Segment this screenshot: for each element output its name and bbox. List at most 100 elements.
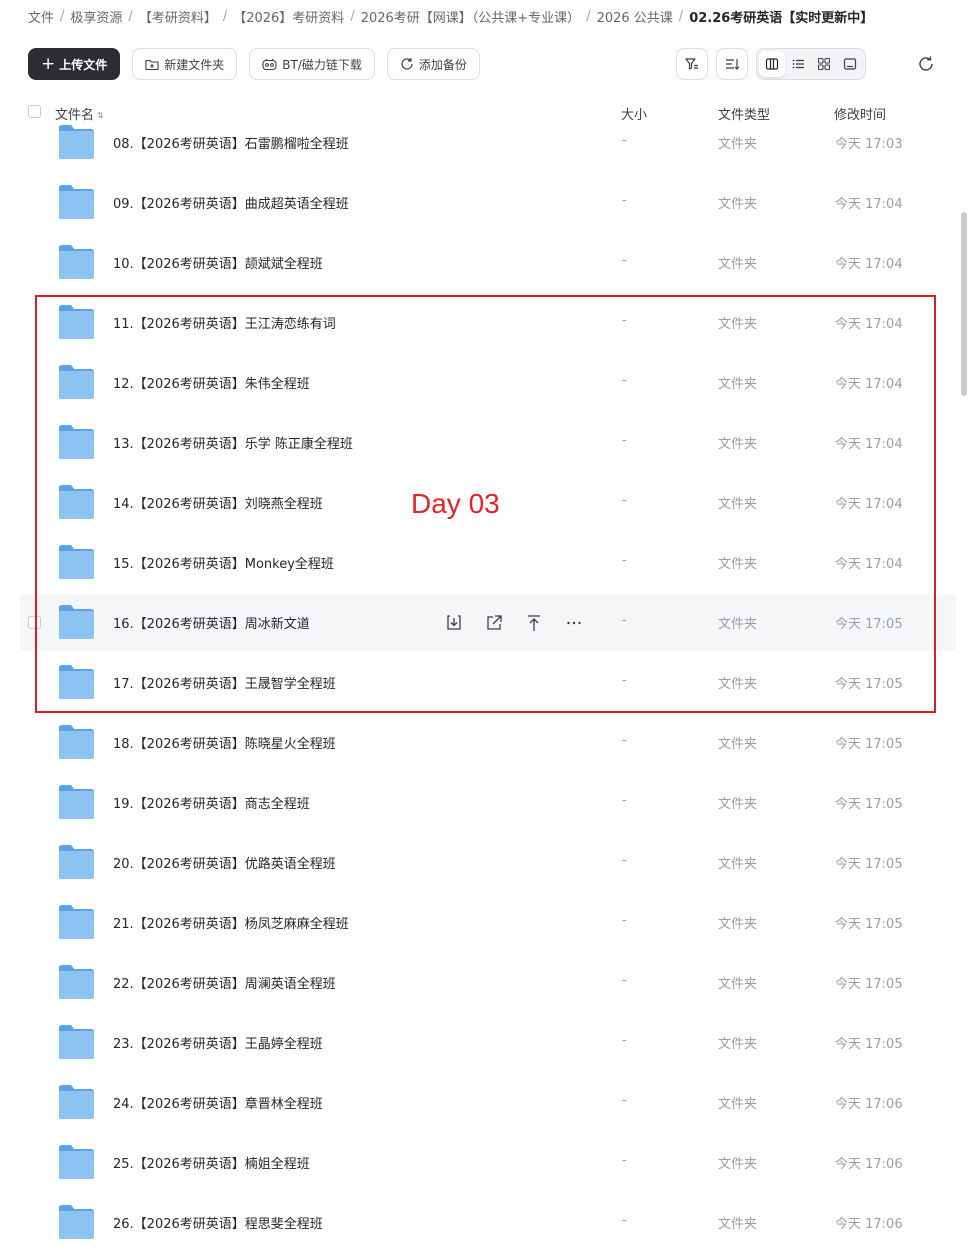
folder-icon xyxy=(58,184,95,220)
folder-icon xyxy=(58,1144,95,1180)
folder-icon xyxy=(58,1204,95,1240)
plus-icon: + xyxy=(41,54,56,74)
file-name[interactable]: 08.【2026考研英语】石雷鹏榴啦全程班 xyxy=(113,133,349,152)
file-type: 文件夹 xyxy=(718,737,758,752)
file-row[interactable]: 17.【2026考研英语】王晟智学全程班 - 文件夹 今天 17:05 xyxy=(20,655,956,710)
file-row[interactable]: 11.【2026考研英语】王江涛恋练有词 - 文件夹 今天 17:04 xyxy=(20,295,956,350)
breadcrumb-item[interactable]: 【2026】考研资料 xyxy=(233,7,344,26)
file-name[interactable]: 23.【2026考研英语】王晶婷全程班 xyxy=(113,1033,323,1052)
file-name[interactable]: 15.【2026考研英语】Monkey全程班 xyxy=(113,553,334,572)
grid-view-button[interactable] xyxy=(811,51,837,77)
file-name[interactable]: 10.【2026考研英语】颉斌斌全程班 xyxy=(113,253,323,272)
file-modified-time: 今天 17:05 xyxy=(835,857,903,872)
file-type: 文件夹 xyxy=(718,917,758,932)
file-modified-time: 今天 17:05 xyxy=(835,977,903,992)
file-name[interactable]: 25.【2026考研英语】楠姐全程班 xyxy=(113,1153,310,1172)
download-button[interactable] xyxy=(442,612,466,634)
breadcrumb-item[interactable]: 2026 公共课 xyxy=(597,7,673,26)
file-row[interactable]: 13.【2026考研英语】乐学 陈正康全程班 - 文件夹 今天 17:04 xyxy=(20,415,956,470)
share-button[interactable] xyxy=(482,612,506,634)
folder-icon xyxy=(58,904,95,940)
file-name[interactable]: 24.【2026考研英语】章晋林全程班 xyxy=(113,1093,323,1112)
column-view-button[interactable] xyxy=(759,51,785,77)
bt-download-button[interactable]: BT/磁力链下载 xyxy=(249,48,375,80)
breadcrumb-item[interactable]: 文件 xyxy=(28,7,54,26)
file-type: 文件夹 xyxy=(718,1097,758,1112)
file-row[interactable]: 26.【2026考研英语】程思斐全程班 - 文件夹 今天 17:06 xyxy=(20,1195,956,1250)
file-type: 文件夹 xyxy=(718,1037,758,1052)
more-icon xyxy=(565,614,583,632)
file-row[interactable]: 22.【2026考研英语】周澜英语全程班 - 文件夹 今天 17:05 xyxy=(20,955,956,1010)
filter-button[interactable] xyxy=(676,48,708,80)
file-name[interactable]: 12.【2026考研英语】朱伟全程班 xyxy=(113,373,310,392)
file-name[interactable]: 19.【2026考研英语】商志全程班 xyxy=(113,793,310,812)
move-top-button[interactable] xyxy=(522,612,546,634)
file-name[interactable]: 16.【2026考研英语】周冰新文道 xyxy=(113,613,310,632)
file-modified-time: 今天 17:06 xyxy=(835,1157,903,1172)
file-row[interactable]: 18.【2026考研英语】陈晓星火全程班 - 文件夹 今天 17:05 xyxy=(20,715,956,770)
more-button[interactable] xyxy=(562,612,586,634)
new-folder-button[interactable]: 新建文件夹 xyxy=(132,48,238,80)
breadcrumb-item[interactable]: 2026考研【网课】（公共课+专业课） xyxy=(361,7,580,26)
folder-icon xyxy=(58,484,95,520)
file-row[interactable]: 12.【2026考研英语】朱伟全程班 - 文件夹 今天 17:04 xyxy=(20,355,956,410)
file-row[interactable]: 21.【2026考研英语】杨凤芝麻麻全程班 - 文件夹 今天 17:05 xyxy=(20,895,956,950)
file-type: 文件夹 xyxy=(718,797,758,812)
file-row[interactable]: 09.【2026考研英语】曲成超英语全程班 - 文件夹 今天 17:04 xyxy=(20,175,956,230)
bt-download-label: BT/磁力链下载 xyxy=(282,57,362,72)
file-row[interactable]: 08.【2026考研英语】石雷鹏榴啦全程班 - 文件夹 今天 17:03 xyxy=(20,115,956,170)
file-name[interactable]: 11.【2026考研英语】王江涛恋练有词 xyxy=(113,313,336,332)
file-size: - xyxy=(622,133,627,148)
file-name[interactable]: 17.【2026考研英语】王晟智学全程班 xyxy=(113,673,336,692)
file-size: - xyxy=(622,493,627,508)
breadcrumb: 文件 / 极享资源 / 【考研资料】 / 【2026】考研资料 / 2026考研【网课】（公共课… xyxy=(28,6,873,26)
file-name[interactable]: 22.【2026考研英语】周澜英语全程班 xyxy=(113,973,336,992)
folder-icon xyxy=(58,124,95,160)
file-row[interactable]: 19.【2026考研英语】商志全程班 - 文件夹 今天 17:05 xyxy=(20,775,956,830)
breadcrumb-separator: / xyxy=(60,8,65,24)
file-row[interactable]: 23.【2026考研英语】王晶婷全程班 - 文件夹 今天 17:05 xyxy=(20,1015,956,1070)
breadcrumb-separator: / xyxy=(128,8,133,24)
add-backup-button[interactable]: 添加备份 xyxy=(386,48,480,80)
folder-icon xyxy=(58,1084,95,1120)
download-icon xyxy=(445,614,463,632)
file-type: 文件夹 xyxy=(718,1217,758,1232)
folder-icon xyxy=(58,664,95,700)
file-row[interactable]: 24.【2026考研英语】章晋林全程班 - 文件夹 今天 17:06 xyxy=(20,1075,956,1130)
folder-icon xyxy=(58,964,95,1000)
file-name[interactable]: 09.【2026考研英语】曲成超英语全程班 xyxy=(113,193,349,212)
file-name[interactable]: 13.【2026考研英语】乐学 陈正康全程班 xyxy=(113,433,353,452)
file-type: 文件夹 xyxy=(718,257,758,272)
move-top-icon xyxy=(525,614,543,632)
file-modified-time: 今天 17:04 xyxy=(835,557,903,572)
file-name[interactable]: 20.【2026考研英语】优路英语全程班 xyxy=(113,853,336,872)
refresh-button[interactable] xyxy=(915,53,937,75)
file-row[interactable]: 25.【2026考研英语】楠姐全程班 - 文件夹 今天 17:06 xyxy=(20,1135,956,1190)
file-modified-time: 今天 17:05 xyxy=(835,617,903,632)
folder-icon xyxy=(58,604,95,640)
upload-button[interactable]: + 上传文件 xyxy=(28,48,121,80)
file-name[interactable]: 18.【2026考研英语】陈晓星火全程班 xyxy=(113,733,336,752)
preview-view-button[interactable] xyxy=(837,51,863,77)
file-name[interactable]: 14.【2026考研英语】刘晓燕全程班 xyxy=(113,493,323,512)
breadcrumb-separator: / xyxy=(678,8,684,24)
file-name[interactable]: 26.【2026考研英语】程思斐全程班 xyxy=(113,1213,323,1232)
file-name[interactable]: 21.【2026考研英语】杨凤芝麻麻全程班 xyxy=(113,913,349,932)
file-row[interactable]: 15.【2026考研英语】Monkey全程班 - 文件夹 今天 17:04 xyxy=(20,535,956,590)
list-view-button[interactable] xyxy=(785,51,811,77)
file-size: - xyxy=(622,1093,627,1108)
folder-icon xyxy=(58,424,95,460)
file-type: 文件夹 xyxy=(718,377,758,392)
file-size: - xyxy=(622,793,627,808)
sort-button[interactable] xyxy=(716,48,748,80)
breadcrumb-item[interactable]: 极享资源 xyxy=(70,7,122,26)
file-row[interactable]: 16.【2026考研英语】周冰新文道 - 文件夹 今天 17:05 xyxy=(20,595,956,650)
vertical-scrollbar[interactable] xyxy=(961,212,967,396)
file-type: 文件夹 xyxy=(718,857,758,872)
file-row[interactable]: 20.【2026考研英语】优路英语全程班 - 文件夹 今天 17:05 xyxy=(20,835,956,890)
row-checkbox[interactable] xyxy=(28,616,41,629)
file-row[interactable]: 10.【2026考研英语】颉斌斌全程班 - 文件夹 今天 17:04 xyxy=(20,235,956,290)
share-icon xyxy=(485,614,503,632)
breadcrumb-item[interactable]: 【考研资料】 xyxy=(139,7,217,26)
file-size: - xyxy=(622,1213,627,1228)
